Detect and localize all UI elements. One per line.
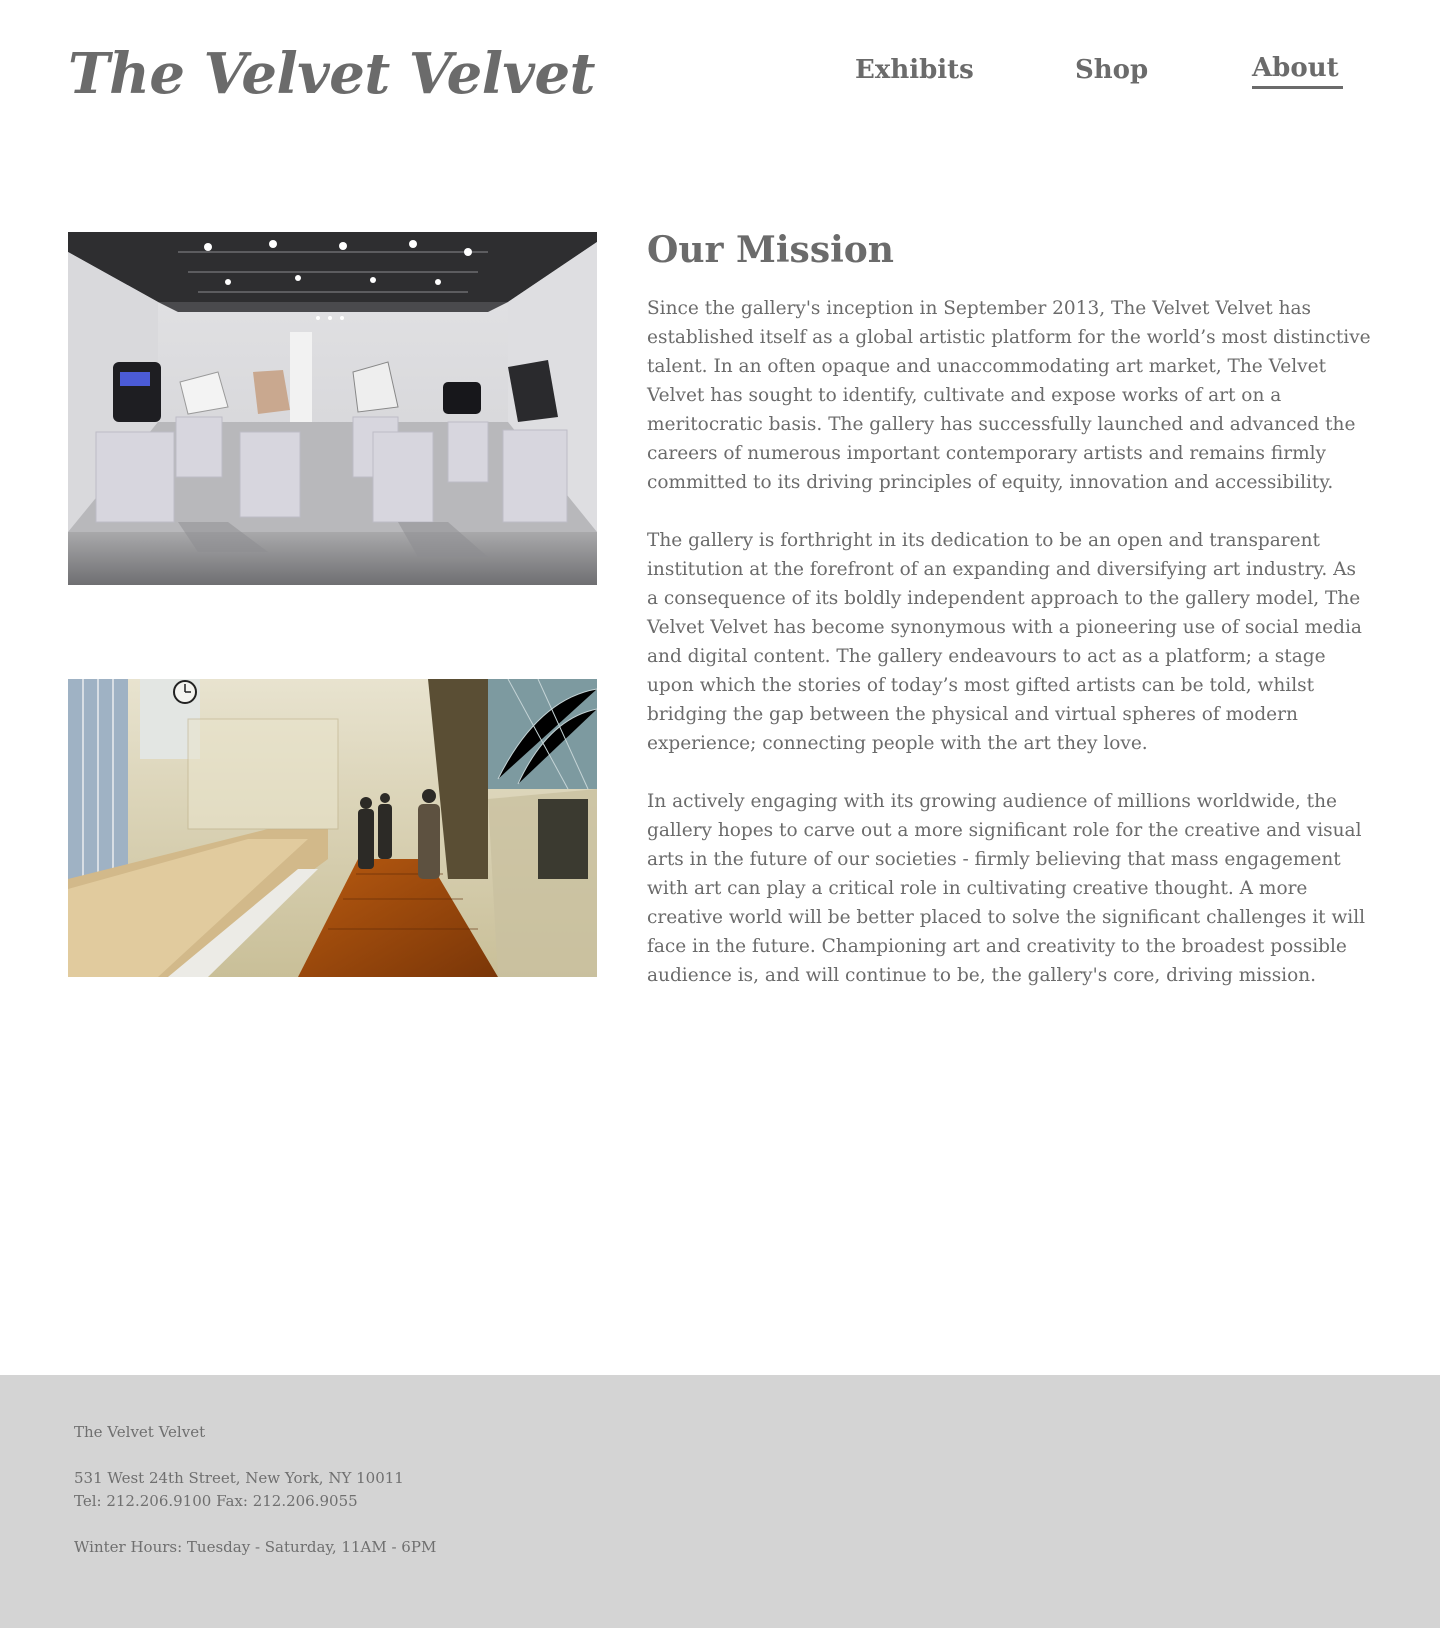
page: The Velvet Velvet Exhibits Shop About Ou… [0, 0, 1440, 1628]
site-header: The Velvet Velvet Exhibits Shop About [0, 0, 1440, 150]
site-footer: The Velvet Velvet 531 West 24th Street, … [0, 1375, 1440, 1628]
footer-hours: Winter Hours: Tuesday - Saturday, 11AM -… [74, 1538, 437, 1556]
footer-address: 531 West 24th Street, New York, NY 10011 [74, 1469, 404, 1487]
footer-phone: Tel: 212.206.9100 Fax: 212.206.9055 [74, 1492, 358, 1510]
nav-link-exhibits[interactable]: Exhibits [855, 50, 974, 90]
footer-spacer [74, 1513, 436, 1536]
mission-paragraph: In actively engaging with its growing au… [647, 791, 1366, 986]
footer-gallery-name: The Velvet Velvet [74, 1423, 206, 1441]
footer-spacer [74, 1444, 436, 1467]
main-nav: Exhibits Shop About [855, 50, 1415, 90]
gallery-room-illustration [68, 232, 597, 585]
gallery-room-image [68, 232, 597, 585]
footer-info: The Velvet Velvet 531 West 24th Street, … [74, 1421, 436, 1559]
nav-link-shop[interactable]: Shop [1075, 50, 1148, 90]
mission-paragraph: Since the gallery's inception in Septemb… [647, 298, 1371, 493]
mission-paragraph: The gallery is forthright in its dedicat… [647, 530, 1362, 754]
mission-title: Our Mission [647, 229, 894, 271]
museum-hall-image [68, 679, 597, 977]
museum-hall-illustration [68, 679, 597, 977]
nav-link-about[interactable]: About [1252, 50, 1343, 89]
mission-section: Our Mission Since the gallery's inceptio… [647, 226, 1372, 1019]
site-logo[interactable]: The Velvet Velvet [68, 38, 596, 110]
